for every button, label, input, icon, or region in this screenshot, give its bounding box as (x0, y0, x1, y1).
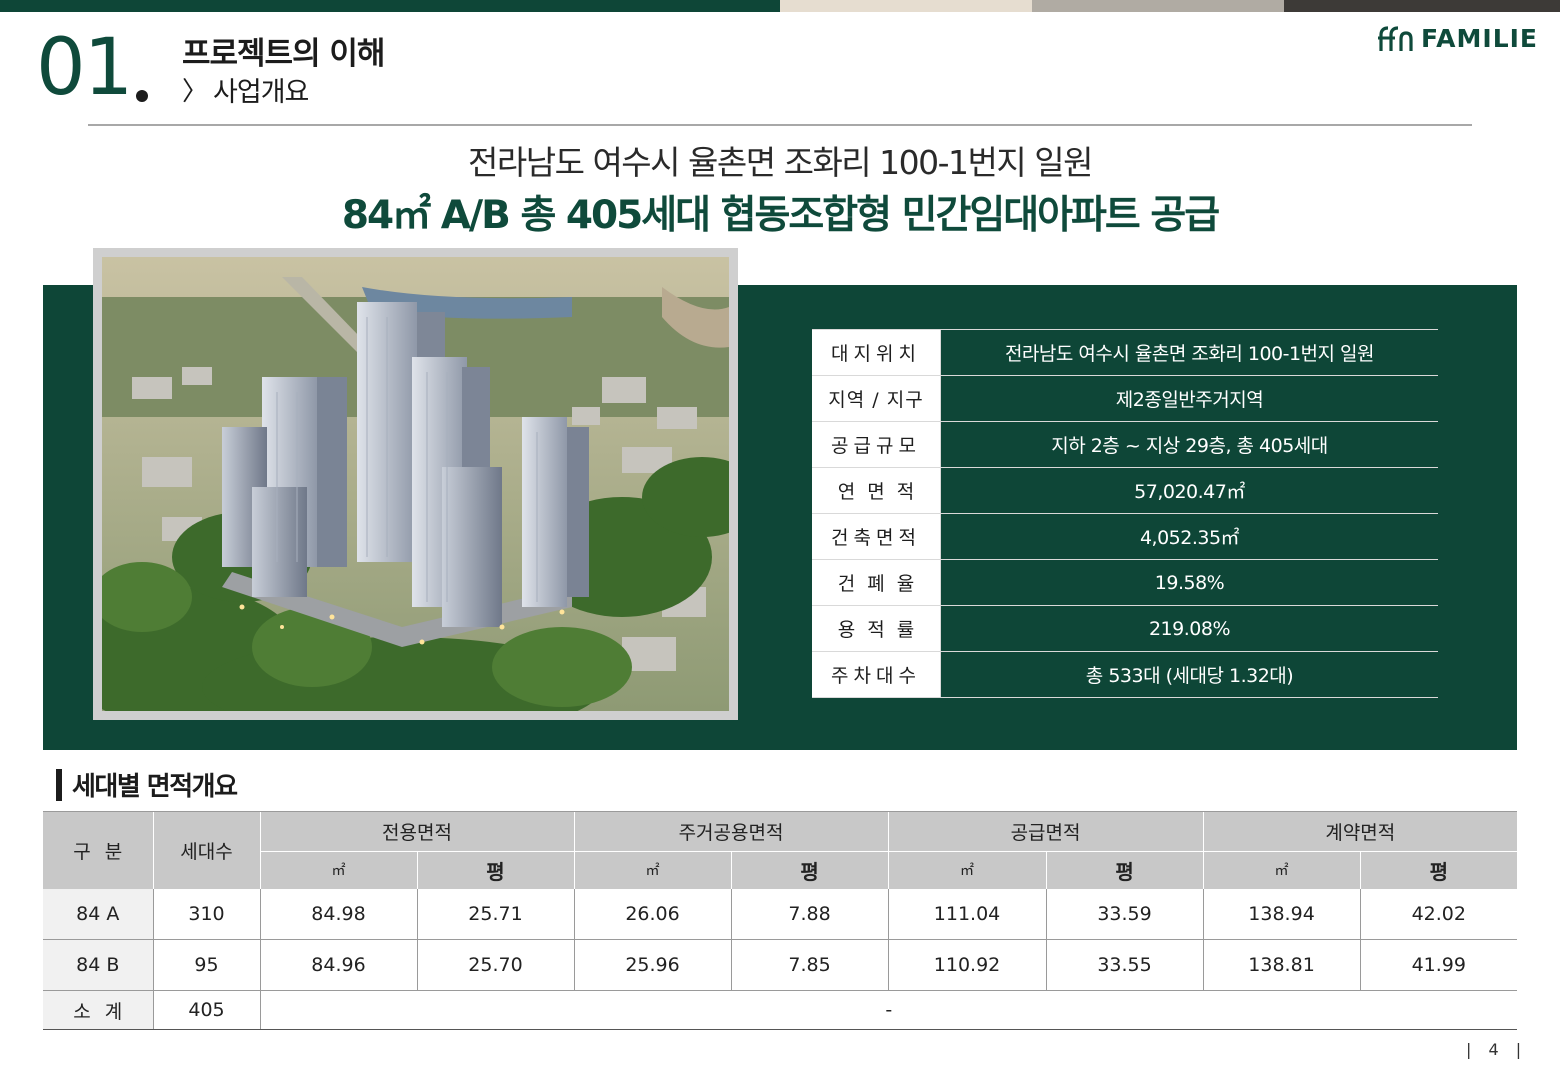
table-row: 84 A 310 84.98 25.71 26.06 7.88 111.04 3… (43, 888, 1518, 940)
info-key: 대지위치 (812, 330, 941, 375)
unit-pyeong: 평 (1045, 851, 1204, 889)
site-address-headline: 전라남도 여수시 율촌면 조화리 100-1번지 일원 (468, 143, 1093, 182)
top-color-strip (0, 0, 1560, 12)
unit-pyeong: 평 (416, 851, 575, 889)
chevron-right-icon: 〉 (182, 77, 208, 107)
unit-type-cell: 84 B (43, 939, 153, 991)
info-value: 219.08% (941, 606, 1438, 651)
heading-marker (56, 768, 62, 801)
value-cell: 7.85 (730, 939, 889, 991)
unit-sqm: ㎡ (1202, 851, 1361, 889)
area-table: 구분 세대수 전용면적 주거공용면적 공급면적 계약면적 ㎡ 평 ㎡ 평 ㎡ 평… (43, 811, 1518, 1030)
page-number: | 4 | (1466, 1040, 1528, 1059)
page-subtitle-text: 사업개요 (213, 77, 309, 108)
project-info-table: 대지위치 전라남도 여수시 율촌면 조화리 100-1번지 일원 지역 / 지구… (812, 329, 1438, 698)
table-total-row: 소계 405 - (43, 990, 1518, 1030)
info-row-parking: 주차대수 총 533대 (세대당 1.32대) (812, 652, 1438, 698)
households-cell: 95 (152, 939, 260, 991)
info-key: 지역 / 지구 (812, 376, 941, 421)
info-row-building-area: 건축면적 4,052.35㎡ (812, 514, 1438, 560)
header-supply-area: 공급면적 (887, 811, 1204, 852)
info-key: 용적률 (812, 606, 941, 651)
value-cell: 25.71 (416, 888, 575, 940)
section-dot (136, 90, 148, 102)
header-contract-area: 계약면적 (1202, 811, 1518, 852)
unit-pyeong: 평 (730, 851, 889, 889)
info-row-zoning: 지역 / 지구 제2종일반주거지역 (812, 376, 1438, 422)
info-row-floor-area-ratio: 용적률 219.08% (812, 606, 1438, 652)
info-key: 연면적 (812, 468, 941, 513)
familie-logo: FAMILIE (1377, 24, 1538, 53)
info-value: 지하 2층 ~ 지상 29층, 총 405세대 (941, 422, 1438, 467)
info-key: 건폐율 (812, 560, 941, 605)
value-cell: 25.96 (573, 939, 732, 991)
info-value: 4,052.35㎡ (941, 514, 1438, 559)
header-common-area: 주거공용면적 (573, 811, 889, 852)
unit-pyeong: 평 (1359, 851, 1518, 889)
info-value: 19.58% (941, 560, 1438, 605)
info-key: 주차대수 (812, 652, 941, 697)
info-value: 제2종일반주거지역 (941, 376, 1438, 421)
value-cell: 84.98 (259, 888, 417, 940)
header-exclusive-area: 전용면적 (259, 811, 575, 852)
value-cell: 111.04 (887, 888, 1047, 940)
page-title: 프로젝트의 이해 (182, 36, 385, 72)
value-cell: 33.55 (1045, 939, 1204, 991)
project-headline: 84㎡ A/B 총 405세대 협동조합형 민간임대아파트 공급 (341, 193, 1220, 238)
unit-type-cell: 84 A (43, 888, 153, 940)
info-row-site-location: 대지위치 전라남도 여수시 율촌면 조화리 100-1번지 일원 (812, 330, 1438, 376)
value-cell: 33.59 (1045, 888, 1204, 940)
value-cell: 41.99 (1359, 939, 1518, 991)
strip-segment-dark (1284, 0, 1560, 12)
unit-sqm: ㎡ (887, 851, 1047, 889)
strip-segment-green (0, 0, 780, 12)
info-row-coverage-ratio: 건폐율 19.58% (812, 560, 1438, 606)
apartment-rendering-image (102, 257, 729, 711)
info-key: 공급규모 (812, 422, 941, 467)
info-value: 전라남도 여수시 율촌면 조화리 100-1번지 일원 (941, 330, 1438, 375)
header-divider (88, 124, 1472, 126)
table-row: 84 B 95 84.96 25.70 25.96 7.85 110.92 33… (43, 939, 1518, 991)
info-value: 총 533대 (세대당 1.32대) (941, 652, 1438, 697)
info-row-total-floor-area: 연면적 57,020.47㎡ (812, 468, 1438, 514)
strip-segment-gray (1032, 0, 1284, 12)
area-section-title: 세대별 면적개요 (72, 772, 238, 802)
total-rest-cell: - (259, 990, 1518, 1030)
value-cell: 84.96 (259, 939, 417, 991)
value-cell: 138.94 (1202, 888, 1361, 940)
info-row-supply-scale: 공급규모 지하 2층 ~ 지상 29층, 총 405세대 (812, 422, 1438, 468)
logo-text: FAMILIE (1420, 24, 1538, 53)
area-section-heading: 세대별 면적개요 (56, 766, 238, 803)
value-cell: 26.06 (573, 888, 732, 940)
section-number: 01 (36, 23, 133, 113)
value-cell: 110.92 (887, 939, 1047, 991)
value-cell: 7.88 (730, 888, 889, 940)
value-cell: 138.81 (1202, 939, 1361, 991)
info-value: 57,020.47㎡ (941, 468, 1438, 513)
table-header-row: 구분 세대수 전용면적 주거공용면적 공급면적 계약면적 (43, 811, 1518, 889)
value-cell: 25.70 (416, 939, 575, 991)
strip-segment-beige (780, 0, 1032, 12)
value-cell: 42.02 (1359, 888, 1518, 940)
total-label-cell: 소계 (43, 990, 153, 1030)
header-gubun: 구분 (43, 811, 153, 889)
apartment-rendering-frame (93, 248, 738, 720)
info-key: 건축면적 (812, 514, 941, 559)
households-cell: 310 (152, 888, 260, 940)
unit-sqm: ㎡ (573, 851, 732, 889)
table-unit-row: ㎡ 평 ㎡ 평 ㎡ 평 ㎡ 평 (43, 851, 1518, 889)
unit-sqm: ㎡ (259, 851, 417, 889)
page-subtitle: 〉 사업개요 (182, 70, 309, 109)
familie-logo-icon (1377, 25, 1413, 51)
header-households: 세대수 (152, 811, 260, 889)
total-households-cell: 405 (152, 990, 260, 1030)
